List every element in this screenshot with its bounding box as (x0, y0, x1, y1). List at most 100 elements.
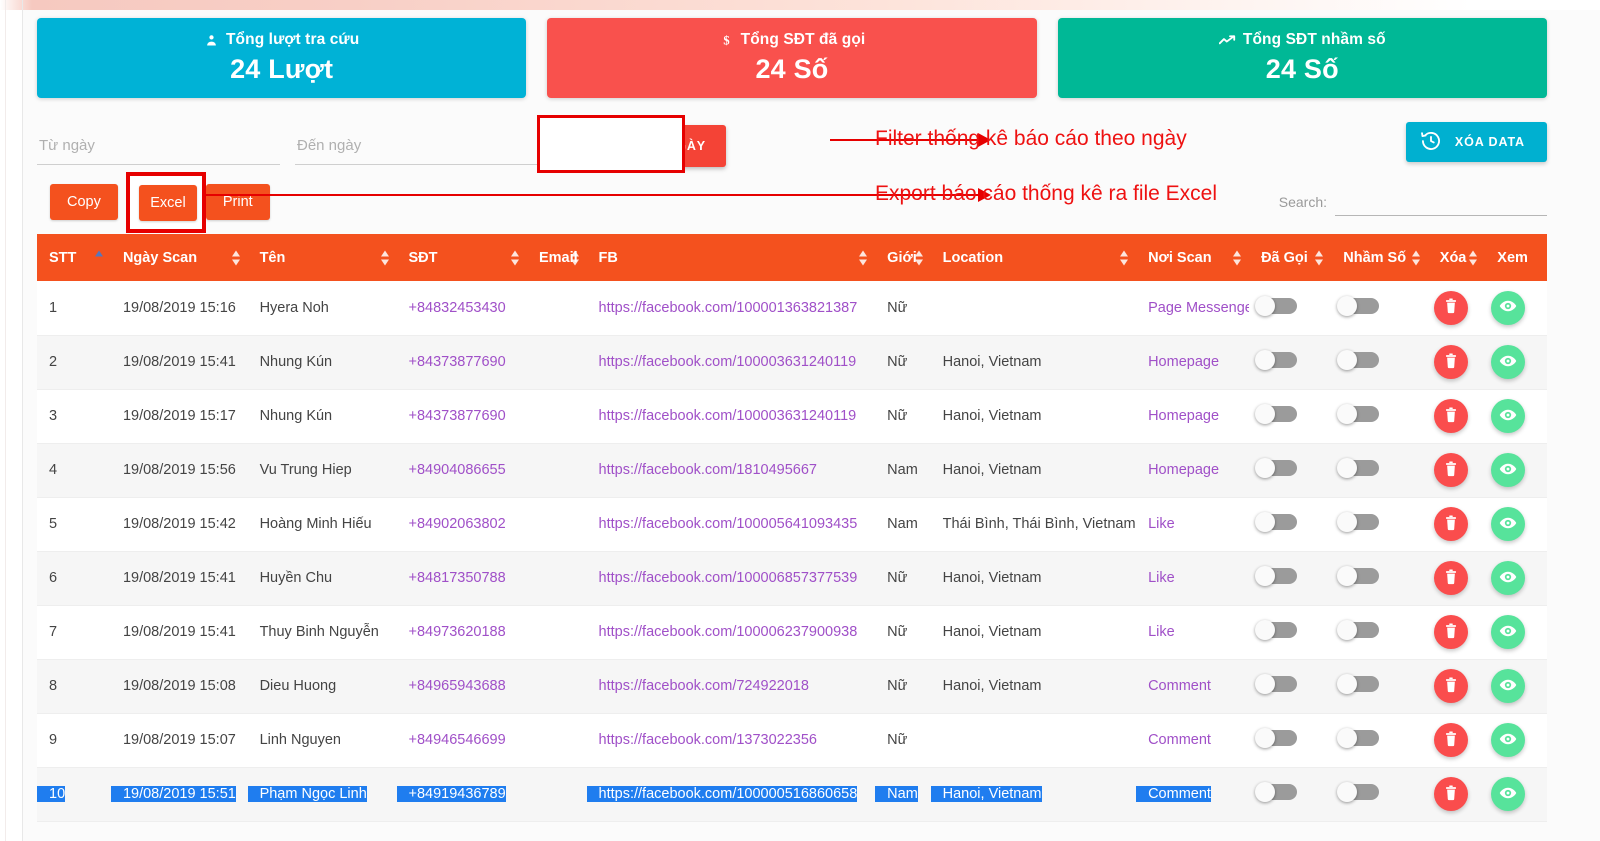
delete-row-button[interactable] (1433, 723, 1468, 757)
table-row[interactable]: 8 19/08/2019 15:08 Dieu Huong +84965943688 h… (37, 659, 1547, 714)
called-toggle[interactable] (1255, 674, 1298, 694)
table-header-sdt[interactable]: SĐT (396, 234, 527, 281)
scan-source-link[interactable]: Homepage (1136, 408, 1219, 424)
table-row[interactable]: 3 19/08/2019 15:17 Nhung Kún +84373877690 ht… (37, 389, 1547, 444)
facebook-link[interactable]: https://facebook.com/100003631240119 (587, 354, 857, 370)
table-header-ngay_scan[interactable]: Ngày Scan (110, 234, 248, 281)
wrong-number-toggle[interactable] (1337, 674, 1380, 694)
scan-source-link[interactable]: Like (1136, 570, 1175, 586)
print-button[interactable]: Print (205, 184, 270, 220)
view-row-button[interactable] (1491, 777, 1526, 811)
facebook-link[interactable]: https://facebook.com/724922018 (587, 678, 809, 694)
phone-link[interactable]: +84919436789 (396, 786, 506, 802)
facebook-link[interactable]: https://facebook.com/100006857377539 (587, 570, 858, 586)
view-row-button[interactable] (1491, 507, 1526, 541)
view-row-button[interactable] (1491, 669, 1526, 703)
table-header-xoa[interactable]: Xóa (1427, 234, 1486, 281)
scan-source-link[interactable]: Homepage (1136, 354, 1219, 370)
phone-link[interactable]: +84817350788 (397, 570, 506, 586)
view-row-button[interactable] (1491, 561, 1526, 595)
scan-source-link[interactable]: Homepage (1136, 462, 1219, 478)
phone-link[interactable]: +84965943688 (397, 678, 506, 694)
wrong-number-toggle[interactable] (1337, 620, 1380, 640)
view-row-button[interactable] (1491, 290, 1526, 325)
wrong-number-toggle[interactable] (1337, 350, 1380, 370)
table-row[interactable]: 4 19/08/2019 15:56 Vu Trung Hiep +849040866… (37, 443, 1547, 498)
called-toggle[interactable] (1255, 295, 1298, 316)
excel-button[interactable]: Excel (139, 185, 197, 221)
to-date-field[interactable] (295, 127, 538, 165)
delete-row-button[interactable] (1433, 507, 1468, 541)
wrong-number-toggle[interactable] (1337, 782, 1380, 802)
table-row[interactable]: 6 19/08/2019 15:41 Huyền Chu +84817350788 ht… (37, 551, 1547, 606)
delete-row-button[interactable] (1433, 453, 1468, 487)
phone-link[interactable]: +84904086655 (397, 462, 506, 478)
table-header-ten[interactable]: Tên (247, 234, 397, 281)
table-header-stt[interactable]: STT (37, 234, 111, 281)
table-header-noi_scan[interactable]: Nơi Scan (1136, 234, 1250, 281)
scan-source-link[interactable]: Comment (1136, 786, 1211, 802)
delete-row-button[interactable] (1433, 615, 1468, 649)
phone-link[interactable]: +84373877690 (397, 354, 506, 370)
table-header-da_goi[interactable]: Đã Gọi (1249, 234, 1332, 281)
delete-row-button[interactable] (1433, 290, 1468, 325)
called-toggle[interactable] (1255, 782, 1298, 802)
wrong-number-toggle[interactable] (1337, 295, 1380, 316)
phone-link[interactable]: +84946546699 (397, 732, 506, 748)
facebook-link[interactable]: https://facebook.com/1373022356 (587, 732, 817, 748)
table-row[interactable]: 1 19/08/2019 15:16 Hyera Noh +84832453430 ht… (37, 281, 1547, 336)
scan-source-link[interactable]: Page Messenger (1136, 300, 1249, 316)
facebook-link[interactable]: https://facebook.com/100003631240119 (587, 408, 857, 424)
wrong-number-toggle[interactable] (1337, 512, 1380, 532)
clear-data-button[interactable]: XÓA DATA (1405, 122, 1547, 162)
table-header-nham_so[interactable]: Nhầm Số (1331, 234, 1428, 281)
table-header-email[interactable]: Email (526, 234, 587, 281)
wrong-number-toggle[interactable] (1337, 404, 1380, 424)
phone-link[interactable]: +84373877690 (397, 408, 506, 424)
table-row[interactable]: 5 19/08/2019 15:42 Hoàng Minh Hiếu +8490206… (37, 497, 1547, 552)
search-input[interactable] (1335, 190, 1547, 216)
phone-link[interactable]: +84902063802 (397, 516, 506, 532)
facebook-link[interactable]: https://facebook.com/100001363821387 (587, 300, 858, 316)
delete-row-button[interactable] (1433, 777, 1468, 811)
scan-source-link[interactable]: Like (1136, 624, 1175, 640)
view-row-button[interactable] (1491, 723, 1526, 757)
delete-row-button[interactable] (1433, 345, 1468, 379)
called-toggle[interactable] (1255, 404, 1298, 424)
view-row-button[interactable] (1491, 399, 1526, 433)
from-date-field[interactable] (37, 127, 280, 165)
called-toggle[interactable] (1255, 512, 1298, 532)
phone-link[interactable]: +84832453430 (397, 300, 506, 316)
table-row[interactable]: 7 19/08/2019 15:41 Thuy Binh Nguyễn +849736… (37, 605, 1547, 660)
view-row-button[interactable] (1491, 615, 1526, 649)
to-date-input[interactable] (295, 127, 538, 163)
view-row-button[interactable] (1491, 345, 1526, 379)
facebook-link[interactable]: https://facebook.com/1810495667 (587, 462, 817, 478)
called-toggle[interactable] (1255, 458, 1298, 478)
table-header-location[interactable]: Location (930, 234, 1137, 281)
called-toggle[interactable] (1255, 728, 1298, 748)
called-toggle[interactable] (1255, 350, 1298, 370)
table-header-gioi[interactable]: Giới (875, 234, 931, 281)
copy-button[interactable]: Copy (50, 184, 118, 220)
wrong-number-toggle[interactable] (1337, 458, 1380, 478)
scan-source-link[interactable]: Comment (1136, 732, 1211, 748)
wrong-number-toggle[interactable] (1337, 728, 1380, 748)
delete-row-button[interactable] (1433, 399, 1468, 433)
facebook-link[interactable]: https://facebook.com/100006237900938 (587, 624, 858, 640)
scan-source-link[interactable]: Comment (1136, 678, 1211, 694)
wrong-number-toggle[interactable] (1337, 566, 1380, 586)
delete-row-button[interactable] (1433, 561, 1468, 595)
scan-source-link[interactable]: Like (1136, 516, 1175, 532)
facebook-link[interactable]: https://facebook.com/100005641093435 (587, 516, 858, 532)
table-row[interactable]: 10 19/08/2019 15:51 Phạm Ngọc Linh +8491943… (37, 767, 1547, 822)
table-row[interactable]: 9 19/08/2019 15:07 Linh Nguyen +84946546699… (37, 713, 1547, 768)
table-header-fb[interactable]: FB (586, 234, 876, 281)
table-row[interactable]: 2 19/08/2019 15:41 Nhung Kún +84373877690 ht… (37, 335, 1547, 390)
facebook-link[interactable]: https://facebook.com/100000516860658 (586, 786, 858, 802)
called-toggle[interactable] (1255, 566, 1298, 586)
delete-row-button[interactable] (1433, 669, 1468, 703)
view-row-button[interactable] (1491, 453, 1526, 487)
table-header-xem[interactable]: Xem (1485, 234, 1547, 281)
called-toggle[interactable] (1255, 620, 1298, 640)
